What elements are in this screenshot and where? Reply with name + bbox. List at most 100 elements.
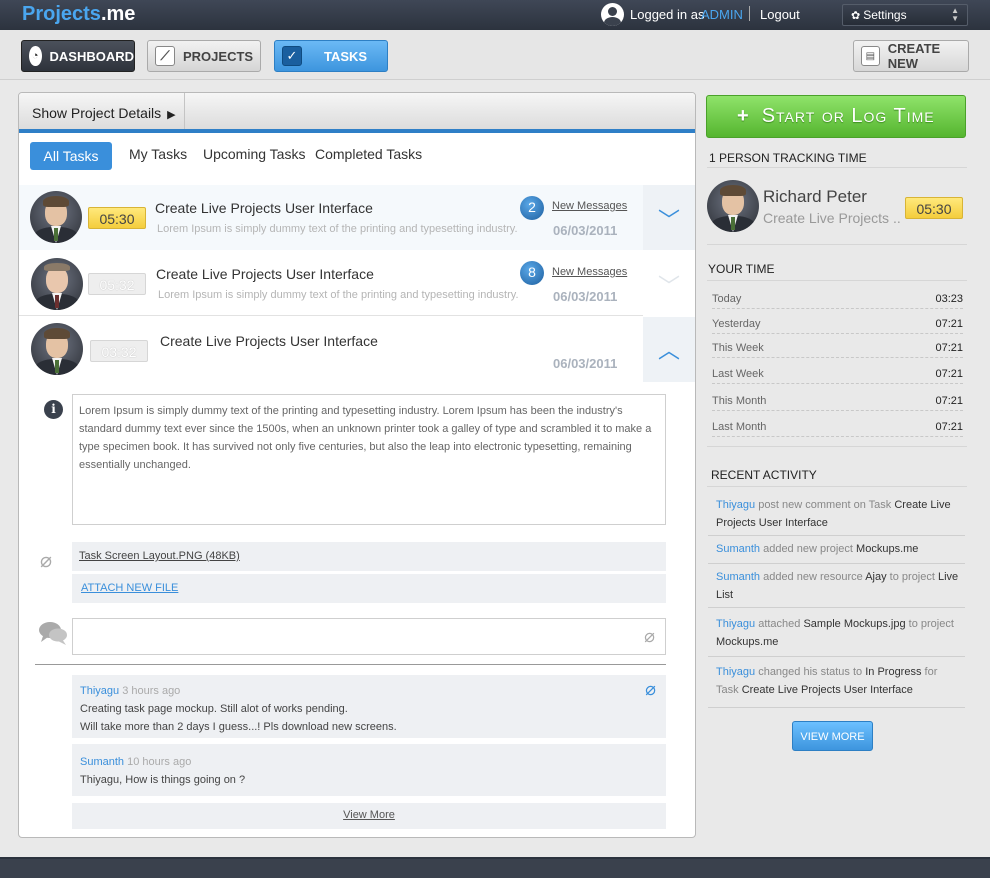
attach-file-row: ATTACH NEW FILE bbox=[72, 574, 666, 603]
app-logo[interactable]: Projects.me bbox=[22, 3, 135, 26]
task-description: Lorem Ipsum is simply dummy text of the … bbox=[157, 223, 518, 235]
chevron-down-icon[interactable]: ﹀ bbox=[643, 185, 695, 250]
view-more-button[interactable]: VIEW MORE bbox=[792, 721, 873, 751]
dashboard-button[interactable]: ◔ DASHBOARD bbox=[21, 40, 135, 72]
comment-time: 10 hours ago bbox=[127, 756, 192, 768]
logout-link[interactable]: Logout bbox=[760, 7, 800, 22]
task-title[interactable]: Create Live Projects User Interface bbox=[156, 266, 374, 282]
settings-dropdown[interactable]: ✿ Settings ▲ ▼ bbox=[842, 4, 968, 26]
comment-author[interactable]: Thiyagu bbox=[80, 685, 119, 697]
comment-item: Sumanth 10 hours ago Thiyagu, How is thi… bbox=[72, 744, 666, 796]
task-date: 06/03/2011 bbox=[553, 356, 618, 371]
task-description-box[interactable]: Lorem Ipsum is simply dummy text of the … bbox=[72, 394, 666, 525]
tab-upcoming-tasks[interactable]: Upcoming Tasks bbox=[203, 146, 305, 162]
comment-item: Thiyagu 3 hours ago Creating task page m… bbox=[72, 675, 666, 738]
paperclip-icon: ⌀ bbox=[40, 550, 53, 572]
recent-activity-heading: RECENT ACTIVITY bbox=[711, 468, 817, 482]
plus-icon: + bbox=[737, 105, 750, 127]
logged-in-label: Logged in as bbox=[630, 7, 705, 22]
avatar bbox=[31, 323, 83, 375]
create-new-button[interactable]: ▤ CREATE NEW bbox=[853, 40, 969, 72]
tracking-heading: 1 PERSON TRACKING TIME bbox=[709, 151, 867, 165]
show-project-details-toggle[interactable]: Show Project Details ▶ bbox=[32, 105, 176, 121]
avatar bbox=[31, 258, 83, 310]
time-row: This Month 07:21 bbox=[712, 395, 963, 411]
tab-my-tasks[interactable]: My Tasks bbox=[129, 146, 187, 162]
panel-header: Show Project Details ▶ bbox=[19, 93, 695, 133]
time-row: Last Week 07:21 bbox=[712, 368, 963, 384]
chevron-up-icon[interactable]: ︿ bbox=[643, 317, 695, 382]
divider bbox=[707, 446, 967, 447]
comment-author[interactable]: Sumanth bbox=[80, 756, 124, 768]
time-row: This Week 07:21 bbox=[712, 342, 963, 358]
task-row[interactable]: 05:30 Create Live Projects User Interfac… bbox=[19, 185, 695, 250]
tracker-name[interactable]: Richard Peter bbox=[763, 187, 867, 207]
nav-bar: ◔ DASHBOARD ⟋ PROJECTS ✓ TASKS ▤ CREATE … bbox=[0, 30, 990, 80]
tracker-task: Create Live Projects .. bbox=[763, 210, 901, 226]
user-icon bbox=[601, 3, 624, 26]
activity-item: Thiyagu post new comment on Task Create … bbox=[708, 496, 965, 536]
task-description: Lorem Ipsum is simply dummy text of the … bbox=[158, 289, 519, 301]
tasks-panel: Show Project Details ▶ All Tasks My Tasks… bbox=[18, 92, 696, 838]
task-row[interactable]: 05:32 Create Live Projects User Interfac… bbox=[19, 251, 695, 316]
divider bbox=[707, 244, 967, 245]
new-document-icon: ▤ bbox=[861, 46, 880, 66]
activity-item: Sumanth added new resource Ajay to proje… bbox=[708, 568, 965, 608]
comment-input[interactable]: ⌀ bbox=[72, 618, 666, 655]
message-count-badge[interactable]: 8 bbox=[520, 261, 544, 285]
task-timer[interactable]: 05:32 bbox=[88, 273, 146, 295]
footer-bar bbox=[0, 857, 990, 878]
task-title[interactable]: Create Live Projects User Interface bbox=[155, 200, 373, 216]
task-date: 06/03/2011 bbox=[553, 223, 618, 238]
play-arrow-icon: ▶ bbox=[167, 109, 176, 121]
new-messages-link[interactable]: New Messages bbox=[552, 200, 627, 212]
projects-button[interactable]: ⟋ PROJECTS bbox=[147, 40, 261, 72]
avatar bbox=[30, 191, 82, 243]
message-count-badge[interactable]: 2 bbox=[520, 196, 544, 220]
divider bbox=[184, 93, 185, 129]
task-timer[interactable]: 03:32 bbox=[90, 340, 148, 362]
task-date: 06/03/2011 bbox=[553, 289, 618, 304]
tasks-button[interactable]: ✓ TASKS bbox=[274, 40, 388, 72]
paperclip-icon[interactable]: ⌀ bbox=[644, 626, 655, 647]
divider bbox=[35, 664, 666, 665]
time-row: Today 03:23 bbox=[712, 293, 963, 309]
divider bbox=[749, 6, 750, 21]
new-messages-link[interactable]: New Messages bbox=[552, 266, 627, 278]
username-link[interactable]: ADMIN bbox=[701, 7, 743, 22]
attachment-link[interactable]: Task Screen Layout.PNG (48KB) bbox=[79, 550, 240, 562]
activity-item: Sumanth added new project Mockups.me bbox=[708, 540, 965, 564]
activity-item: Thiyagu attached Sample Mockups.jpg to p… bbox=[708, 615, 965, 657]
attachment-row: Task Screen Layout.PNG (48KB) bbox=[72, 542, 666, 571]
tab-completed-tasks[interactable]: Completed Tasks bbox=[315, 146, 422, 162]
time-row: Yesterday 07:21 bbox=[712, 318, 963, 334]
task-row[interactable]: 03:32 Create Live Projects User Interfac… bbox=[19, 317, 695, 382]
task-timer[interactable]: 05:30 bbox=[88, 207, 146, 229]
divider bbox=[707, 486, 967, 487]
checkbox-icon: ✓ bbox=[282, 46, 302, 66]
chart-icon: ⟋ bbox=[155, 46, 175, 66]
comment-text: Creating task page mockup. Still alot of… bbox=[80, 703, 348, 715]
attach-new-file-link[interactable]: ATTACH NEW FILE bbox=[79, 582, 178, 594]
your-time-heading: YOUR TIME bbox=[708, 262, 775, 276]
chevron-down-icon[interactable]: ﹀ bbox=[643, 251, 695, 316]
tab-all-tasks[interactable]: All Tasks bbox=[30, 142, 112, 170]
view-more-comments-link[interactable]: View More bbox=[72, 803, 666, 829]
updown-caret-icon: ▲ ▼ bbox=[951, 6, 959, 23]
activity-item: Thiyagu changed his status to In Progres… bbox=[708, 663, 965, 708]
task-title[interactable]: Create Live Projects User Interface bbox=[160, 333, 378, 349]
start-log-time-button[interactable]: + Start or Log Time bbox=[706, 95, 966, 138]
comment-time: 3 hours ago bbox=[122, 685, 181, 697]
gauge-icon: ◔ bbox=[29, 46, 42, 66]
top-bar: Projects.me Logged in as ADMIN Logout ✿ S… bbox=[0, 0, 990, 30]
comment-text: Thiyagu, How is things going on ? bbox=[80, 774, 246, 786]
time-row: Last Month 07:21 bbox=[712, 421, 963, 437]
tracker-timer: 05:30 bbox=[905, 197, 963, 219]
chat-bubbles-icon bbox=[39, 622, 67, 645]
tracker-avatar bbox=[707, 180, 759, 232]
paperclip-icon[interactable]: ⌀ bbox=[645, 680, 656, 698]
divider bbox=[707, 280, 967, 281]
info-icon: i bbox=[44, 400, 63, 419]
comment-text: Will take more than 2 days I guess...! P… bbox=[80, 721, 397, 733]
divider bbox=[707, 167, 967, 168]
